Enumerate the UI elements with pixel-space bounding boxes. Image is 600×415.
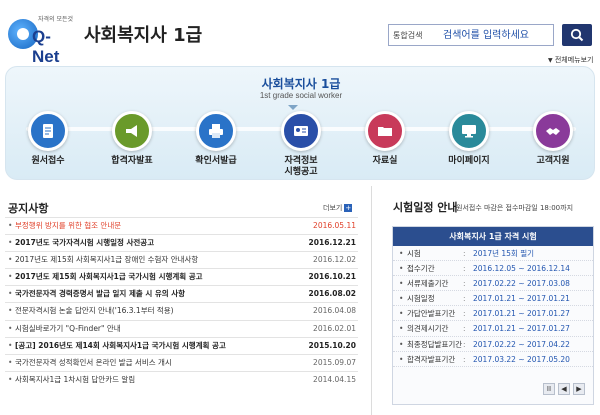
next-button[interactable]: ▶ [573, 383, 585, 395]
nav-item-label: 자격정보 시행공고 [284, 156, 318, 177]
nav-item-label: 원서접수 [31, 156, 65, 166]
site-header: 자격의 모든것 Q-Net 사회복지사 1급 통합검색 ▼ 전체메뉴보기 [0, 0, 600, 66]
page-title: 사회복지사 1급 [84, 25, 203, 46]
schedule-header: 사회복지사 1급 자격 시험 [393, 227, 593, 246]
schedule-row: • 시험:2017년 15회 필기 [393, 246, 593, 262]
folder-icon [365, 111, 405, 151]
list-item[interactable]: • 국가전문자격 경력증명서 발급 일지 제출 시 유의 사항 2016.08.02 [5, 285, 358, 302]
id-card-icon [281, 111, 321, 151]
schedule-row: • 합격자발표기간:2017.03.22 ~ 2017.05.20 [393, 352, 593, 367]
schedule-row: • 시험일정:2017.01.21 ~ 2017.01.21 [393, 291, 593, 307]
search-input[interactable] [443, 27, 551, 43]
schedule-row: • 서류제출기간:2017.02.22 ~ 2017.03.08 [393, 276, 593, 292]
nav-item-mypage[interactable]: 마이페이지 [434, 111, 504, 181]
nav-item-label: 마이페이지 [448, 156, 490, 166]
list-item[interactable]: • 부정행위 방지를 위한 협조 안내문 2016.05.11 [5, 217, 358, 234]
qnet-logo[interactable]: 자격의 모든것 Q-Net [8, 14, 76, 66]
prev-button[interactable]: ◀ [558, 383, 570, 395]
schedule-row: • 의견제시기간:2017.01.21 ~ 2017.01.27 [393, 321, 593, 337]
nav-item-support[interactable]: 고객지원 [518, 111, 588, 181]
pause-button[interactable]: II [543, 383, 555, 395]
column-divider [371, 186, 372, 415]
schedule-row: • 가답안발표기간:2017.01.21 ~ 2017.01.27 [393, 306, 593, 322]
chevron-down-icon: ▼ [548, 57, 553, 64]
full-menu-link[interactable]: ▼ 전체메뉴보기 [548, 55, 594, 65]
main-nav: 사회복지사 1급 1st grade social worker 원서접수 합격… [5, 66, 595, 180]
nav-item-results[interactable]: 합격자발표 [97, 111, 167, 181]
search-icon [570, 28, 584, 42]
logo-text: Q-Net [32, 27, 60, 66]
schedule-row: • 접수기간:2016.12.05 ~ 2016.12.14 [393, 261, 593, 277]
schedule-title: 시험일정 안내 [393, 201, 458, 214]
handshake-icon [533, 111, 573, 151]
nav-pointer [288, 105, 298, 110]
search-box: 통합검색 [388, 24, 554, 46]
search-type-select[interactable]: 통합검색 [393, 30, 422, 41]
printer-icon [196, 111, 236, 151]
schedule-row: • 최종정답발표기간:2017.02.22 ~ 2017.04.22 [393, 337, 593, 352]
list-item[interactable]: • 국가전문자격 성적확인서 온라인 발급 서비스 개시 2015.09.07 [5, 353, 358, 371]
nav-item-label: 합격자발표 [111, 156, 153, 166]
list-item[interactable]: • 사회복지사1급 1차시험 답안카드 알림 2014.04.15 [5, 370, 358, 388]
nav-item-qualification-info[interactable]: 자격정보 시행공고 [266, 111, 336, 181]
nav-title: 사회복지사 1급 [261, 77, 341, 91]
list-item[interactable]: • 2017년도 제15회 사회복지사1급 장애인 수험자 안내사항 2016.12… [5, 251, 358, 268]
plus-icon: + [344, 204, 353, 212]
nav-item-label: 자료실 [372, 156, 398, 166]
notice-list: • 부정행위 방지를 위한 협조 안내문 2016.05.11 • 2017년도 국가… [5, 217, 358, 388]
nav-item-application[interactable]: 원서접수 [13, 111, 83, 181]
megaphone-icon [112, 111, 152, 151]
list-item[interactable]: • 2017년도 국가자격시험 시행일정 사전공고 2016.12.21 [5, 234, 358, 251]
list-item[interactable]: • 2017년도 제15회 사회복지사1급 국가시험 시행계획 공고 2016.10… [5, 268, 358, 285]
notice-section-title: 공지사항 [8, 202, 49, 215]
nav-item-label: 고객지원 [536, 156, 570, 166]
list-item[interactable]: • 전문자격시험 논술 답안지 안내('16.3.1부터 적용) 2016.04.0… [5, 302, 358, 319]
list-item[interactable]: • [공고] 2016년도 제14회 사회복지사1급 국가시험 시행계획 공고 20… [5, 336, 358, 354]
nav-item-certificate[interactable]: 확인서발급 [181, 111, 251, 181]
nav-item-label: 확인서발급 [195, 156, 237, 166]
monitor-icon [449, 111, 489, 151]
more-link[interactable]: 더보기 + [323, 203, 353, 213]
document-icon [28, 111, 68, 151]
logo-tagline: 자격의 모든것 [38, 16, 74, 23]
schedule-panel: 사회복지사 1급 자격 시험 • 시험:2017년 15회 필기 • 접수기간:20… [392, 226, 594, 405]
search-button[interactable] [562, 24, 592, 46]
nav-subtitle: 1st grade social worker [259, 91, 343, 100]
schedule-note: 원서접수 마감은 접수마감일 18:00까지 [456, 204, 574, 212]
list-item[interactable]: • 시험실바로가기 "Q-Finder" 안내 2016.02.01 [5, 319, 358, 337]
nav-item-archive[interactable]: 자료실 [350, 111, 420, 181]
